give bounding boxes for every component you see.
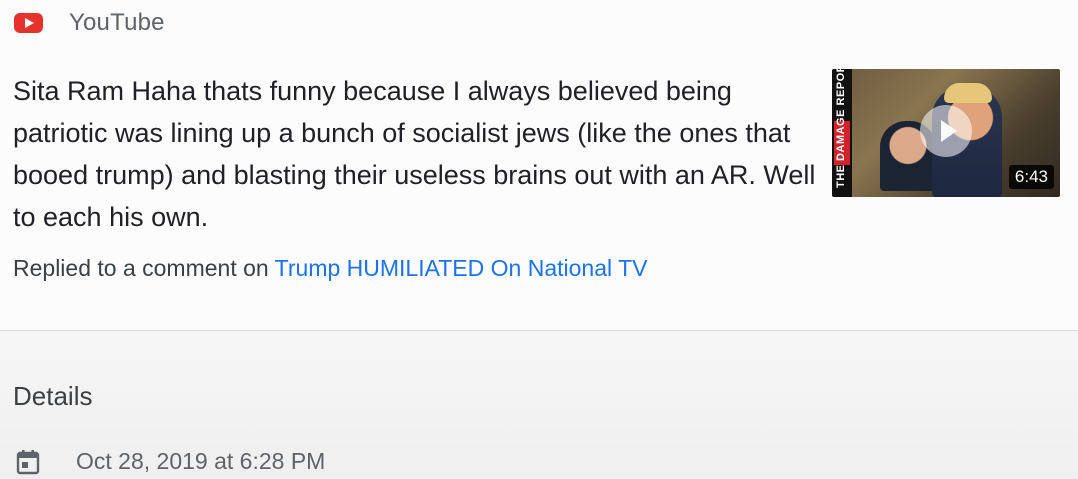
thumbnail-channel-banner: THE DAMAGE REPORT [832,69,852,197]
reply-prefix: Replied to a comment on [13,255,275,281]
thumbnail-banner-text: THE DAMAGE REPORT [835,69,847,188]
play-icon[interactable] [920,105,972,157]
source-name: YouTube [69,9,165,36]
details-section: Details Oct 28, 2019 at 6:28 PM [0,331,1078,479]
comment-text: Sita Ram Haha thats funny because I alwa… [13,76,816,232]
activity-date: Oct 28, 2019 at 6:28 PM [76,448,326,474]
activity-card: YouTube Sita Ram Haha thats funny becaus… [0,0,1078,330]
reply-line: Replied to a comment on Trump HUMILIATED… [13,255,647,282]
youtube-logo-icon [14,13,43,33]
video-thumbnail[interactable]: THE DAMAGE REPORT 6:43 [832,69,1060,197]
source-row: YouTube [14,6,165,40]
video-duration-badge: 6:43 [1008,165,1054,189]
date-row: Oct 28, 2019 at 6:28 PM [16,448,325,475]
calendar-icon [16,449,40,475]
video-title-link[interactable]: Trump HUMILIATED On National TV [275,255,648,281]
details-heading: Details [13,381,93,411]
thumbnail-hair [944,83,992,103]
